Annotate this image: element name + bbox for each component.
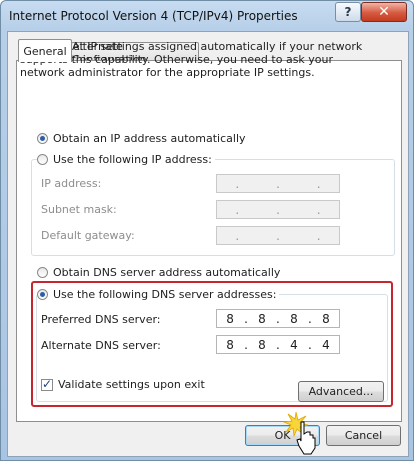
use-following-ip-label: Use the following IP address: xyxy=(53,153,212,166)
cancel-button[interactable]: Cancel xyxy=(326,425,401,446)
ip-dot: . xyxy=(276,228,280,243)
close-button[interactable]: ✕ xyxy=(361,2,407,22)
radio-obtain-ip-auto[interactable]: Obtain an IP address automatically xyxy=(37,132,249,145)
cancel-button-label: Cancel xyxy=(344,429,383,442)
obtain-dns-auto-label: Obtain DNS server address automatically xyxy=(53,266,281,279)
default-gateway-field[interactable]: . . . xyxy=(216,226,340,245)
radio-button-unchecked[interactable] xyxy=(37,154,48,165)
ip-address-field[interactable]: . . . xyxy=(216,174,340,193)
mouse-cursor-icon xyxy=(296,421,316,455)
subnet-mask-field[interactable]: . . . xyxy=(216,200,340,219)
tab-general-label: General xyxy=(23,44,67,58)
ip-dot: . xyxy=(316,228,321,243)
dns-highlight-annotation xyxy=(31,281,393,407)
window-title: Internet Protocol Version 4 (TCP/IPv4) P… xyxy=(9,9,298,23)
radio-obtain-dns-auto[interactable]: Obtain DNS server address automatically xyxy=(37,266,284,279)
radio-use-following-ip[interactable]: Use the following IP address: xyxy=(37,153,215,166)
tab-general[interactable]: General xyxy=(18,39,72,62)
subnet-mask-label: Subnet mask: xyxy=(41,203,117,216)
obtain-ip-auto-label: Obtain an IP address automatically xyxy=(53,132,246,145)
description-text: You can get IP settings assigned automat… xyxy=(20,40,363,79)
radio-button-unchecked[interactable] xyxy=(37,267,48,278)
ip-dot: . xyxy=(276,202,280,217)
default-gateway-label: Default gateway: xyxy=(41,229,135,242)
radio-button-checked[interactable] xyxy=(37,133,48,144)
ip-dot: . xyxy=(235,228,240,243)
ip-dot: . xyxy=(316,202,321,217)
ip-dot: . xyxy=(235,202,240,217)
ip-dot: . xyxy=(276,176,280,191)
ip-dot: . xyxy=(235,176,240,191)
help-button[interactable]: ? xyxy=(335,2,361,22)
title-bar[interactable]: Internet Protocol Version 4 (TCP/IPv4) P… xyxy=(1,1,413,31)
ip-dot: . xyxy=(316,176,321,191)
ip-address-label: IP address: xyxy=(41,177,102,190)
